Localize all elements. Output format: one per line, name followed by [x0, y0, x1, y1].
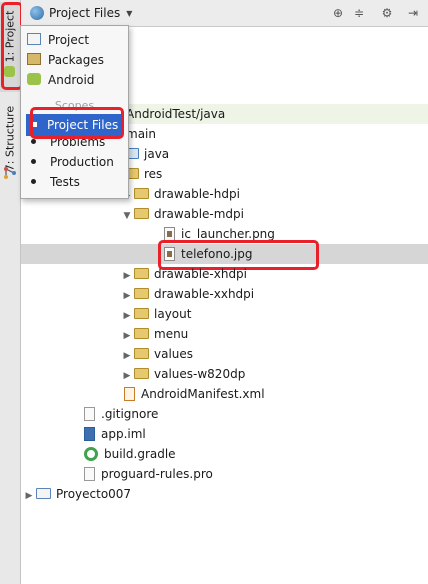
tree-label: drawable-mdpi: [154, 207, 244, 221]
project-icon: [27, 33, 41, 45]
collapse-arrow-icon[interactable]: ▼: [120, 206, 134, 226]
structure-tool-tab[interactable]: 7: Structure: [0, 96, 20, 179]
folder-icon: [134, 328, 149, 339]
tree-row-main[interactable]: main: [126, 124, 156, 144]
bullet-icon: [31, 139, 36, 144]
popup-item-label: Tests: [50, 175, 80, 189]
text-file-icon: [84, 467, 95, 481]
tree-row-drawable-xxhdpi[interactable]: ▶ drawable-xxhdpi: [120, 284, 255, 306]
view-selector-label: Project Files: [49, 6, 121, 20]
folder-icon: [134, 368, 149, 379]
tree-label: app.iml: [101, 427, 146, 441]
android-icon: [27, 73, 41, 85]
tree-row-values[interactable]: ▶ values: [120, 344, 194, 366]
packages-icon: [27, 53, 41, 65]
popup-item-label: Production: [50, 155, 114, 169]
tree-label: drawable-xhdpi: [154, 267, 248, 281]
tree-label: .gitignore: [101, 407, 159, 421]
gradle-icon: [84, 447, 98, 461]
xml-file-icon: [124, 387, 135, 401]
tree-label: AndroidManifest.xml: [141, 387, 265, 401]
tree-row-drawable-mdpi[interactable]: ▼ drawable-mdpi: [120, 204, 244, 224]
image-file-icon: [164, 227, 175, 241]
popup-item-production[interactable]: Production: [27, 152, 114, 172]
tree-label: ic_launcher.png: [181, 227, 275, 241]
folder-icon: [134, 268, 149, 279]
folder-icon: [134, 208, 149, 219]
project-files-highlight: [30, 107, 124, 139]
globe-icon: [30, 6, 44, 20]
popup-item-project[interactable]: Project: [27, 30, 89, 50]
text-file-icon: [84, 407, 95, 421]
hide-icon[interactable]: ⇥: [405, 5, 421, 21]
tree-row-proyecto[interactable]: ▶ Proyecto007: [22, 484, 132, 506]
collapse-all-icon[interactable]: ≑: [351, 5, 367, 21]
tree-label: values: [154, 347, 194, 361]
bullet-icon: [31, 179, 36, 184]
popup-item-label: Project: [48, 33, 90, 47]
tree-row-values-w820dp[interactable]: ▶ values-w820dp: [120, 364, 246, 386]
bullet-icon: [31, 159, 36, 164]
tree-row-drawable-hdpi[interactable]: ▶drawable-hdpi: [120, 184, 240, 204]
expand-arrow-icon[interactable]: ▶: [22, 486, 36, 506]
folder-icon: [134, 188, 149, 199]
tree-label: drawable-xxhdpi: [154, 287, 255, 301]
chevron-down-icon: ▼: [126, 8, 133, 18]
expand-arrow-icon[interactable]: ▶: [120, 326, 134, 346]
expand-arrow-icon[interactable]: ▶: [120, 266, 134, 286]
sync-icon[interactable]: ⊕: [330, 5, 346, 21]
tree-label: menu: [154, 327, 189, 341]
iml-file-icon: [84, 427, 95, 441]
popup-item-label: Android: [48, 73, 95, 87]
tree-label: res: [144, 167, 163, 181]
tree-label: main: [126, 127, 156, 141]
project-folder-icon: [36, 488, 51, 499]
popup-item-label: Packages: [48, 53, 104, 67]
expand-arrow-icon[interactable]: ▶: [120, 306, 134, 326]
tree-label: values-w820dp: [154, 367, 246, 381]
tree-row-menu[interactable]: ▶ menu: [120, 324, 189, 346]
tree-label: Proyecto007: [56, 487, 132, 501]
tree-row-drawable-xhdpi[interactable]: ▶ drawable-xhdpi: [120, 264, 247, 284]
tree-row-root-path[interactable]: AndroidTest/java: [126, 104, 225, 124]
tree-row-proguard[interactable]: proguard-rules.pro: [84, 464, 213, 484]
project-toolbar: Project Files ▼ ⊕ ≑ ⚙ ⇥: [21, 0, 428, 27]
tree-row-res[interactable]: res: [124, 164, 162, 184]
popup-item-packages[interactable]: Packages: [27, 50, 104, 70]
gear-icon[interactable]: ⚙: [379, 5, 395, 21]
tree-row-gitignore[interactable]: .gitignore: [84, 404, 158, 424]
tree-label: drawable-hdpi: [154, 187, 240, 201]
expand-arrow-icon[interactable]: ▶: [120, 366, 134, 386]
tree-label: AndroidTest/java: [126, 107, 226, 121]
tree-label: layout: [154, 307, 192, 321]
folder-icon: [134, 308, 149, 319]
popup-item-android[interactable]: Android: [27, 70, 94, 90]
structure-tool-tab-label: 7: Structure: [3, 105, 17, 172]
folder-icon: [134, 348, 149, 359]
expand-arrow-icon[interactable]: ▶: [120, 346, 134, 366]
structure-icon: [4, 167, 16, 179]
popup-item-tests[interactable]: Tests: [27, 172, 80, 192]
expand-arrow-icon[interactable]: ▶: [120, 286, 134, 306]
tree-label: java: [144, 147, 170, 161]
folder-icon: [134, 288, 149, 299]
tree-label: proguard-rules.pro: [101, 467, 213, 481]
tree-row-build-gradle[interactable]: build.gradle: [84, 444, 176, 464]
view-selector-dropdown[interactable]: Project Files ▼: [25, 3, 138, 23]
tree-row-layout[interactable]: ▶ layout: [120, 304, 192, 326]
tree-row-java[interactable]: java: [124, 144, 169, 164]
tree-label: build.gradle: [104, 447, 176, 461]
tree-row-app-iml[interactable]: app.iml: [84, 424, 146, 444]
tree-row-manifest[interactable]: AndroidManifest.xml: [124, 384, 265, 404]
